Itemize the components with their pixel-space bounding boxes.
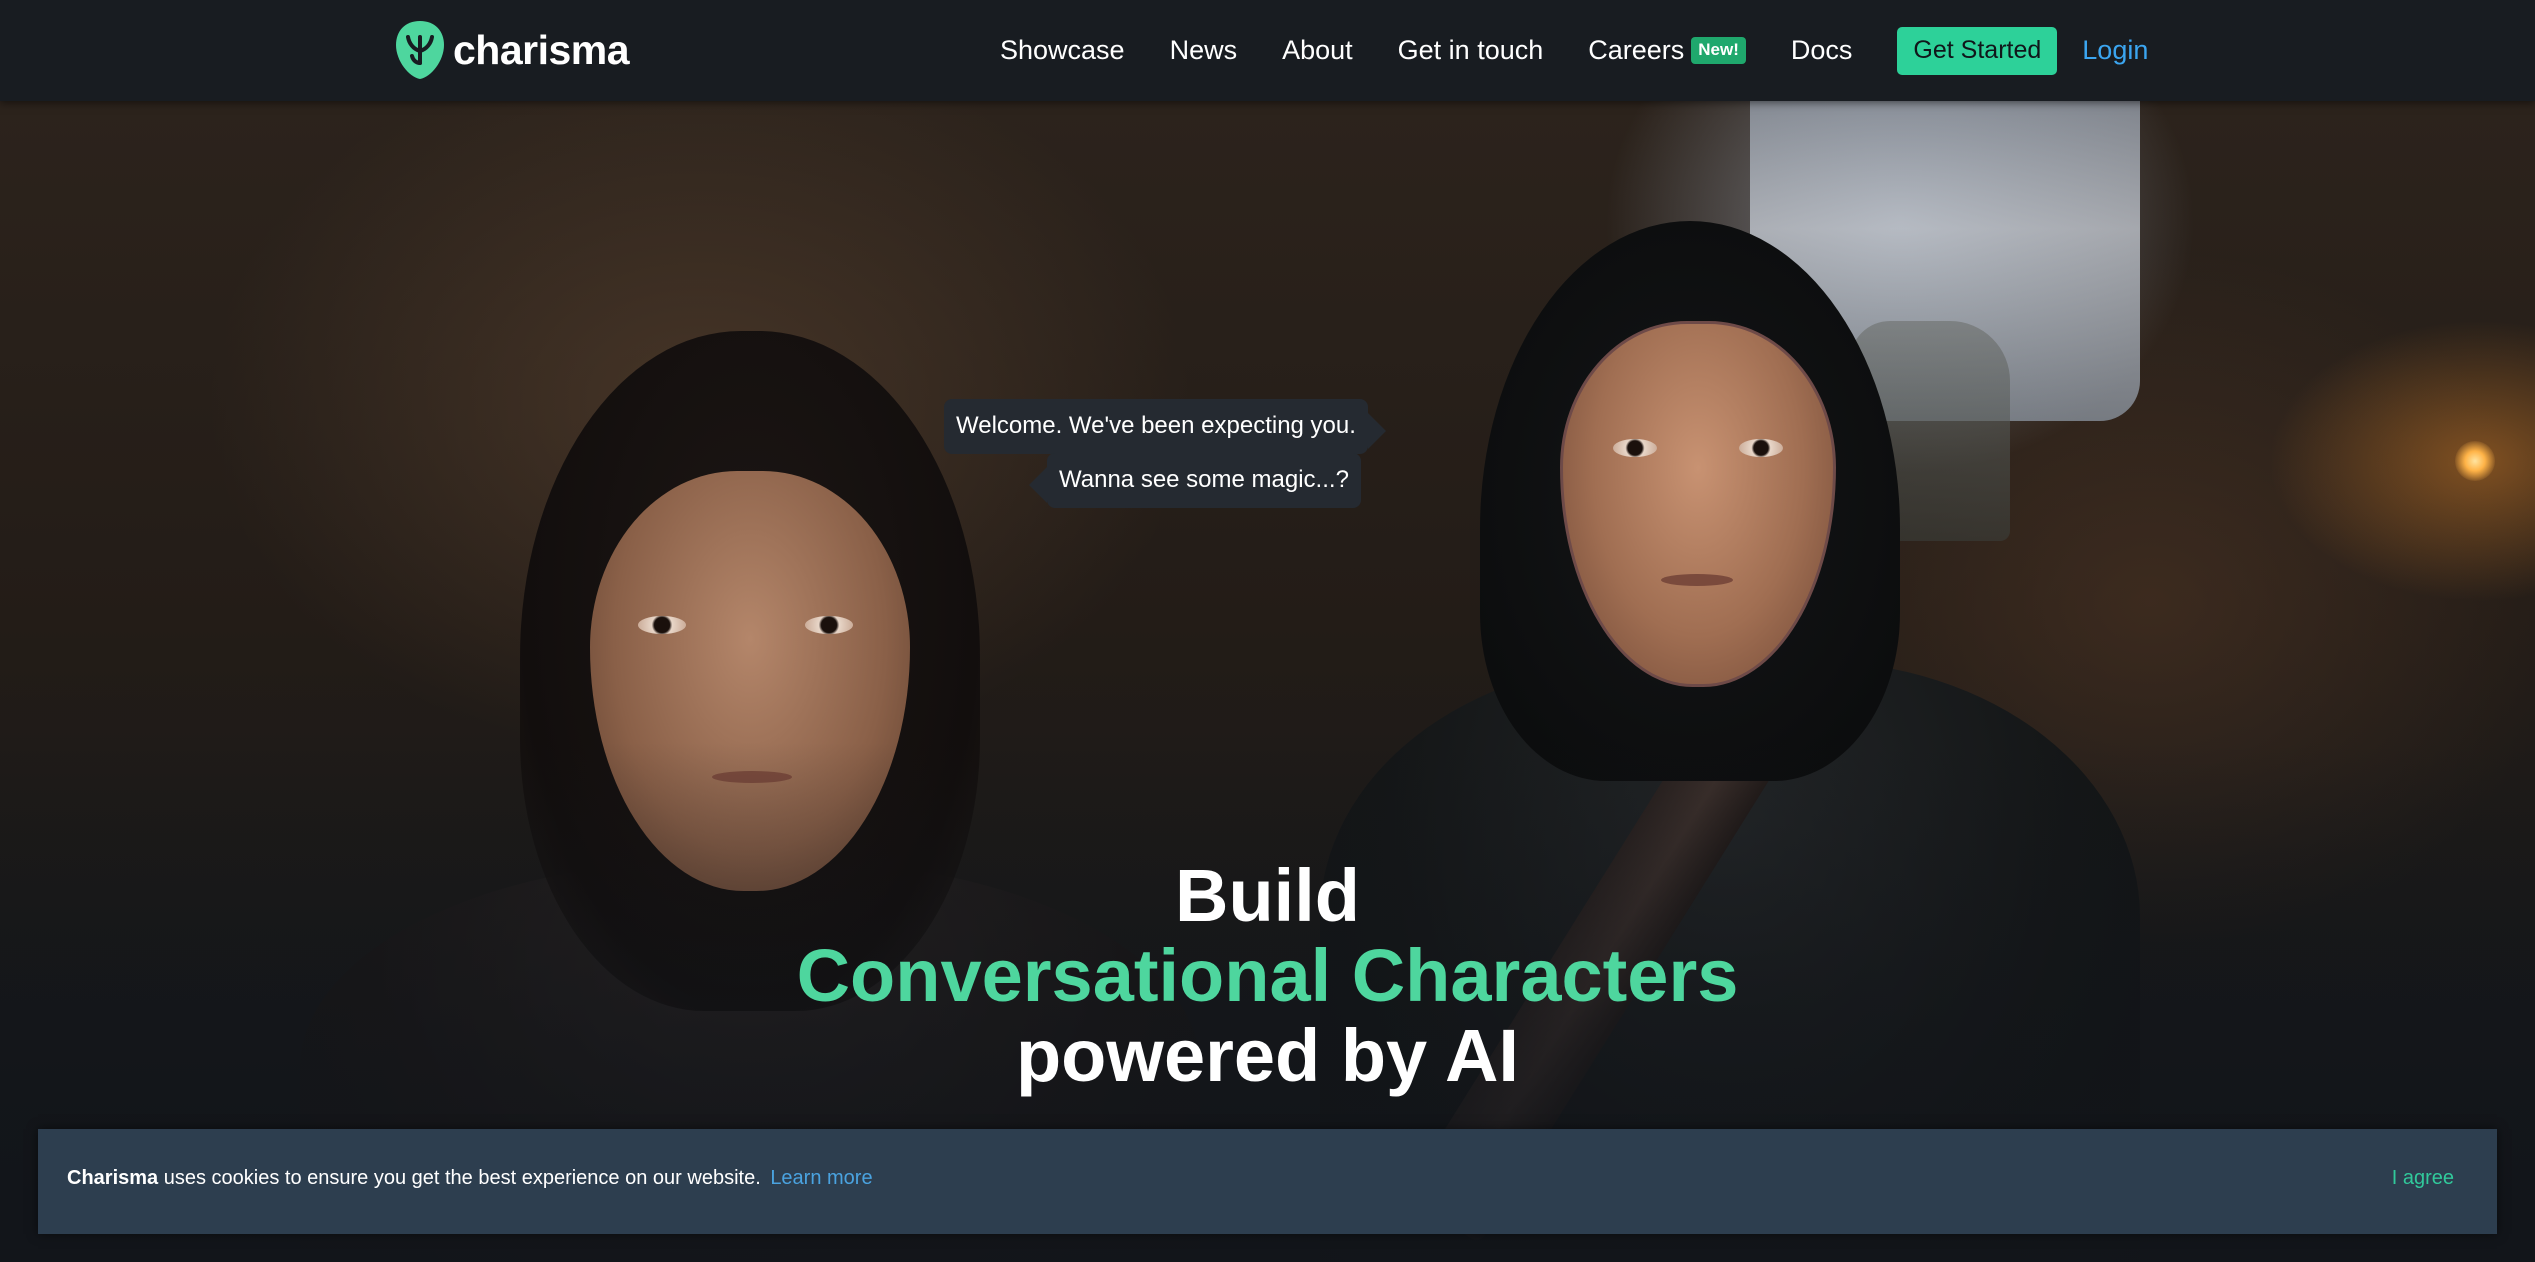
speech-bubble-magic: Wanna see some magic...?: [1029, 453, 1361, 508]
man-right-eye: [1739, 439, 1783, 457]
alien-leaf-icon: [396, 21, 444, 79]
woman-right-eye: [805, 616, 853, 634]
top-navbar: charisma Showcase News About Get in touc…: [0, 0, 2535, 101]
headline-line-ai: powered by AI: [1015, 1014, 1519, 1097]
cookie-brand: Charisma: [67, 1167, 159, 1189]
learn-more-link[interactable]: Learn more: [770, 1167, 872, 1189]
woman-left-eye: [638, 616, 686, 634]
nav-careers-label: Careers: [1588, 35, 1685, 65]
man-mouth: [1661, 574, 1733, 586]
nav-showcase[interactable]: Showcase: [1000, 35, 1125, 66]
nav-docs[interactable]: Docs: [1791, 35, 1853, 66]
brand-name: charisma: [453, 26, 630, 73]
speech-bubble-welcome: Welcome. We've been expecting you.: [944, 399, 1386, 454]
page: charisma Showcase News About Get in touc…: [0, 0, 2535, 1262]
brand-home-link[interactable]: charisma: [395, 18, 630, 82]
nav-news[interactable]: News: [1170, 35, 1238, 66]
get-started-button[interactable]: Get Started: [1897, 26, 2058, 75]
cookie-message: Charisma uses cookies to ensure you get …: [67, 1167, 873, 1190]
cookie-message-text: uses cookies to ensure you get the best …: [158, 1167, 761, 1189]
headline-line-characters: Conversational Characters: [796, 934, 1739, 1017]
candle-light: [2455, 441, 2495, 481]
cookie-banner: Charisma uses cookies to ensure you get …: [38, 1129, 2497, 1234]
login-link[interactable]: Login: [2082, 35, 2148, 66]
hero-headline: Build Conversational Characters powered …: [0, 856, 2535, 1096]
man-left-eye: [1613, 439, 1657, 457]
nav-about[interactable]: About: [1282, 35, 1353, 66]
main-nav: Showcase News About Get in touch Careers…: [1000, 0, 2148, 101]
nav-careers[interactable]: Careers New!: [1588, 35, 1746, 66]
headline-line-build: Build: [1175, 854, 1360, 937]
new-badge: New!: [1691, 37, 1746, 64]
agree-button[interactable]: I agree: [2392, 1167, 2454, 1190]
nav-get-in-touch[interactable]: Get in touch: [1398, 35, 1544, 66]
